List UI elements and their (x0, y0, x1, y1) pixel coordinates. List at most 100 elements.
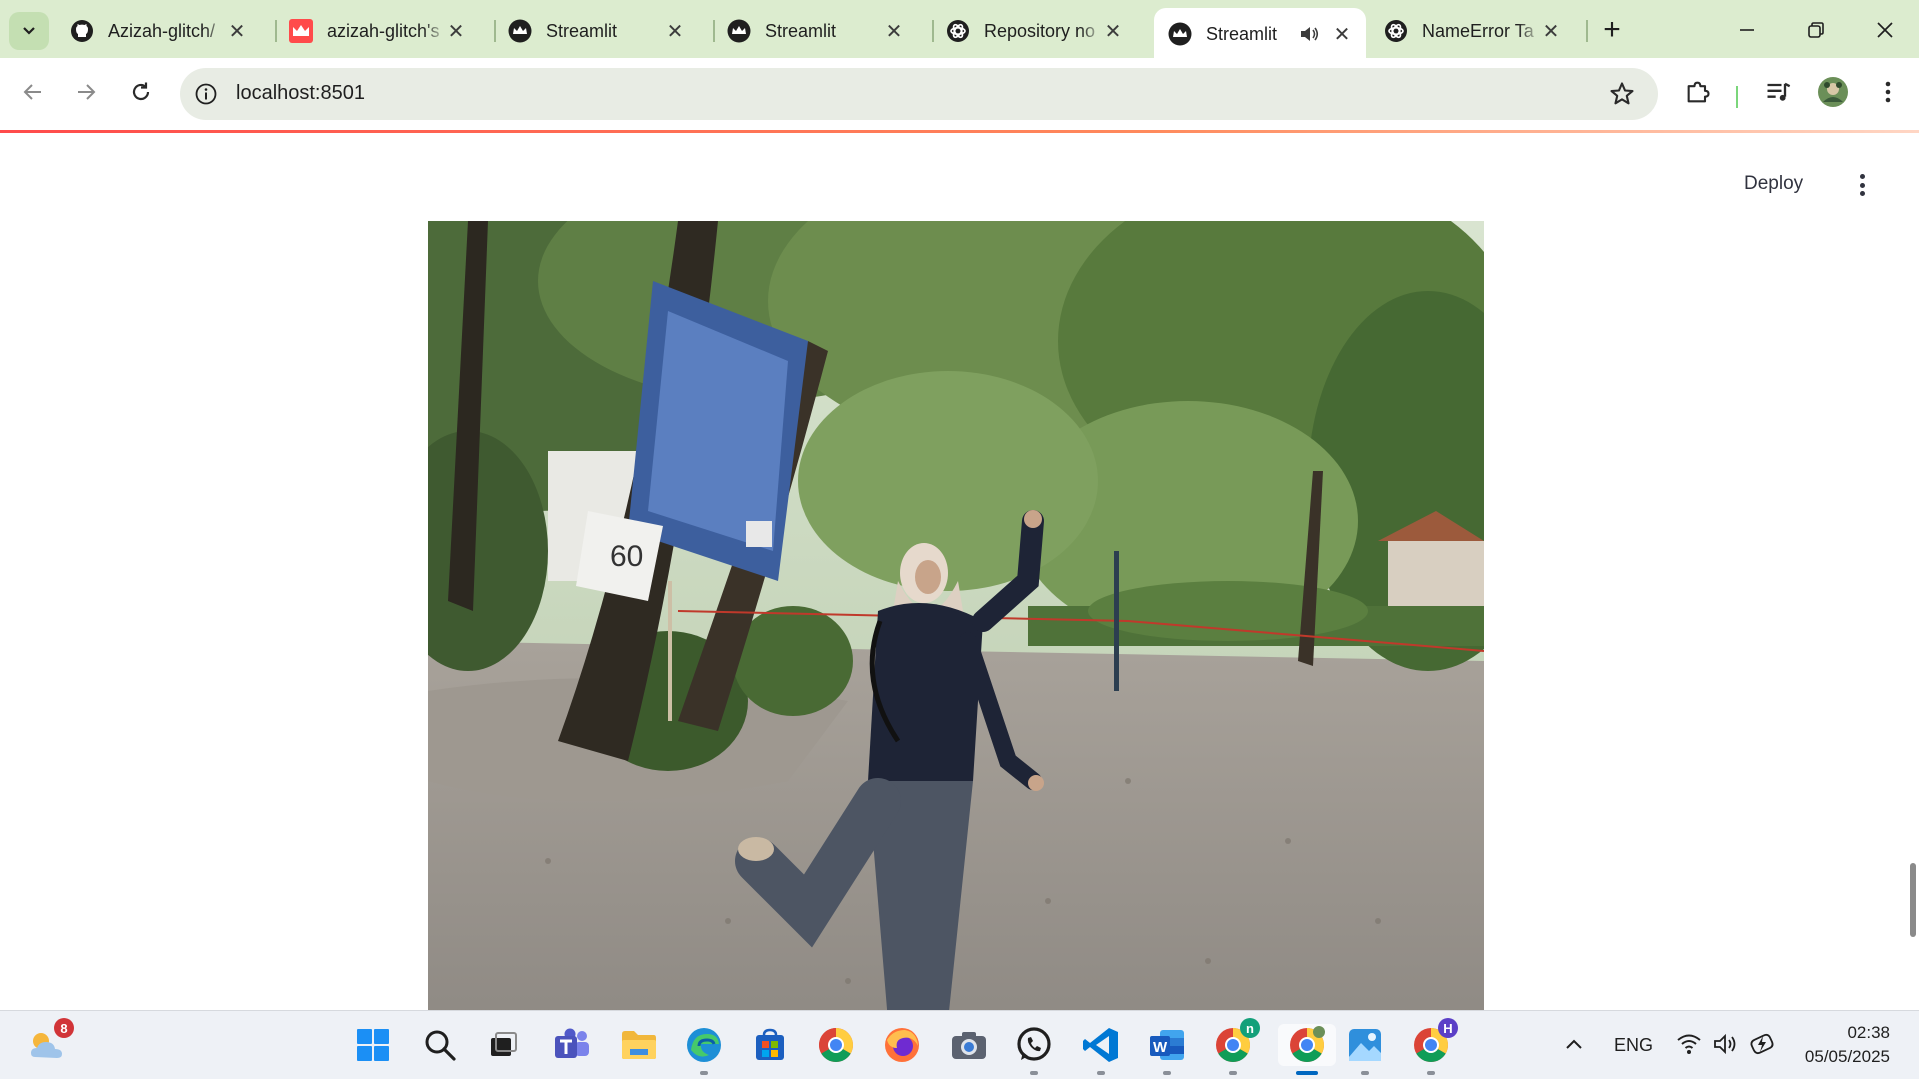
tab-label: Streamlit (546, 20, 618, 41)
chevron-down-icon (23, 27, 35, 35)
more-vertical-icon (1885, 81, 1891, 103)
task-view-button[interactable] (482, 1024, 524, 1066)
site-info-icon[interactable] (194, 82, 218, 106)
close-window-button[interactable] (1860, 10, 1910, 50)
edge-app[interactable] (683, 1024, 725, 1075)
speaker-icon[interactable] (1298, 23, 1320, 45)
running-indicator (700, 1071, 708, 1075)
system-clock[interactable]: 02:38 05/05/2025 (1770, 1021, 1890, 1069)
restore-button[interactable] (1791, 10, 1841, 50)
back-button[interactable] (13, 72, 53, 112)
svg-text:60: 60 (610, 540, 643, 573)
chrome-active-app[interactable] (1278, 1024, 1336, 1075)
running-indicator (1030, 1071, 1038, 1075)
word-app[interactable]: W (1146, 1024, 1188, 1075)
tab-search-button[interactable] (9, 12, 49, 50)
page-scrollbar-thumb[interactable] (1910, 863, 1916, 937)
menu-dot (1859, 174, 1865, 179)
streamlit-icon (1168, 22, 1192, 46)
microsoft-store-app[interactable] (749, 1024, 791, 1066)
reload-icon (132, 82, 150, 101)
teams-icon (555, 1028, 589, 1058)
profile-avatar-button[interactable] (1817, 76, 1849, 108)
plus-icon: + (1603, 13, 1621, 46)
profile-badge: n (1240, 1018, 1260, 1038)
weather-widget[interactable]: 8 (26, 1018, 74, 1066)
file-explorer-app[interactable] (618, 1024, 660, 1066)
windows-taskbar: 8 W n H ENG 02:38 05/05/2025 (0, 1010, 1919, 1079)
streamlit-crown-icon (289, 19, 313, 43)
running-indicator (1163, 1071, 1171, 1075)
tab-label: NameError Ta (1422, 20, 1534, 41)
browser-tab-strip: Azizah-glitch/ ✕ azizah-glitch's ✕ Strea… (0, 0, 1919, 60)
puzzle-icon (1687, 81, 1710, 103)
media-control-button[interactable] (1762, 76, 1794, 108)
chrome-profile-n-app[interactable]: n (1212, 1018, 1260, 1075)
search-icon (425, 1030, 456, 1061)
windows-logo-icon (357, 1029, 389, 1061)
whatsapp-app[interactable] (1013, 1024, 1055, 1075)
close-icon[interactable]: ✕ (1539, 19, 1563, 43)
svg-text:W: W (1153, 1039, 1168, 1056)
browser-menu-button[interactable] (1872, 76, 1904, 108)
address-bar[interactable]: localhost:8501 (180, 68, 1658, 120)
vscode-icon (1083, 1028, 1118, 1062)
show-hidden-icons-button[interactable] (1563, 1033, 1585, 1060)
minimize-button[interactable] (1722, 10, 1772, 50)
close-icon[interactable]: ✕ (882, 19, 906, 43)
close-icon[interactable]: ✕ (225, 19, 249, 43)
tab-label: Streamlit (765, 20, 837, 41)
firefox-app[interactable] (881, 1024, 923, 1066)
vscode-app[interactable] (1080, 1024, 1122, 1075)
search-button[interactable] (419, 1024, 461, 1066)
close-icon[interactable]: ✕ (1101, 19, 1125, 43)
tab-streamlit-1[interactable]: Streamlit ✕ (494, 10, 699, 52)
camera-app[interactable] (948, 1024, 990, 1066)
tab-streamlit-cloud[interactable]: azizah-glitch's ✕ (275, 10, 480, 52)
running-indicator (1427, 1071, 1435, 1075)
reload-button[interactable] (121, 72, 161, 112)
word-icon: W (1150, 1030, 1184, 1060)
tab-chatgpt-repository[interactable]: Repository no ✕ (932, 10, 1137, 52)
tab-chatgpt-nameerror[interactable]: NameError Ta ✕ (1370, 10, 1575, 52)
minimize-icon (1740, 29, 1754, 31)
wifi-icon[interactable] (1676, 1032, 1702, 1061)
tab-streamlit-2[interactable]: Streamlit ✕ (713, 10, 918, 52)
tab-label: azizah-glitch's (327, 20, 440, 41)
close-icon[interactable]: ✕ (444, 19, 468, 43)
forward-button[interactable] (66, 72, 106, 112)
running-indicator (1361, 1071, 1369, 1075)
clock-time: 02:38 (1847, 1023, 1890, 1042)
teams-app[interactable] (551, 1024, 593, 1066)
notification-badge: 8 (54, 1018, 74, 1038)
chrome-profile-h-app[interactable]: H (1410, 1018, 1458, 1075)
avatar (1818, 77, 1848, 107)
arrow-right-icon (78, 84, 96, 100)
tab-label: Azizah-glitch/ (108, 20, 216, 41)
tab-label: Streamlit (1206, 23, 1278, 44)
whatsapp-icon (1017, 1027, 1051, 1061)
language-indicator[interactable]: ENG (1614, 1035, 1653, 1056)
close-icon (1877, 22, 1893, 38)
new-tab-button[interactable]: + (1596, 13, 1628, 46)
photos-app[interactable] (1344, 1024, 1386, 1075)
deploy-button[interactable]: Deploy (1744, 173, 1803, 195)
start-button[interactable] (352, 1024, 394, 1066)
camera-icon (952, 1032, 986, 1059)
chrome-app[interactable] (815, 1024, 857, 1066)
url-text[interactable]: localhost:8501 (236, 82, 365, 105)
tab-separator (1586, 20, 1588, 42)
photos-icon (1349, 1029, 1381, 1061)
tab-github[interactable]: Azizah-glitch/ ✕ (56, 10, 261, 52)
volume-icon[interactable] (1712, 1032, 1740, 1061)
bookmark-star-icon[interactable] (1608, 80, 1636, 108)
menu-dot (1859, 191, 1865, 196)
app-main-menu-button[interactable] (1852, 171, 1872, 199)
streamlit-icon (727, 19, 751, 43)
close-icon[interactable]: ✕ (663, 19, 687, 43)
close-icon[interactable]: ✕ (1330, 22, 1354, 46)
extensions-button[interactable] (1682, 76, 1714, 108)
store-icon (756, 1028, 784, 1060)
tab-streamlit-active[interactable]: Streamlit ✕ (1154, 8, 1366, 60)
edge-icon (687, 1028, 721, 1062)
